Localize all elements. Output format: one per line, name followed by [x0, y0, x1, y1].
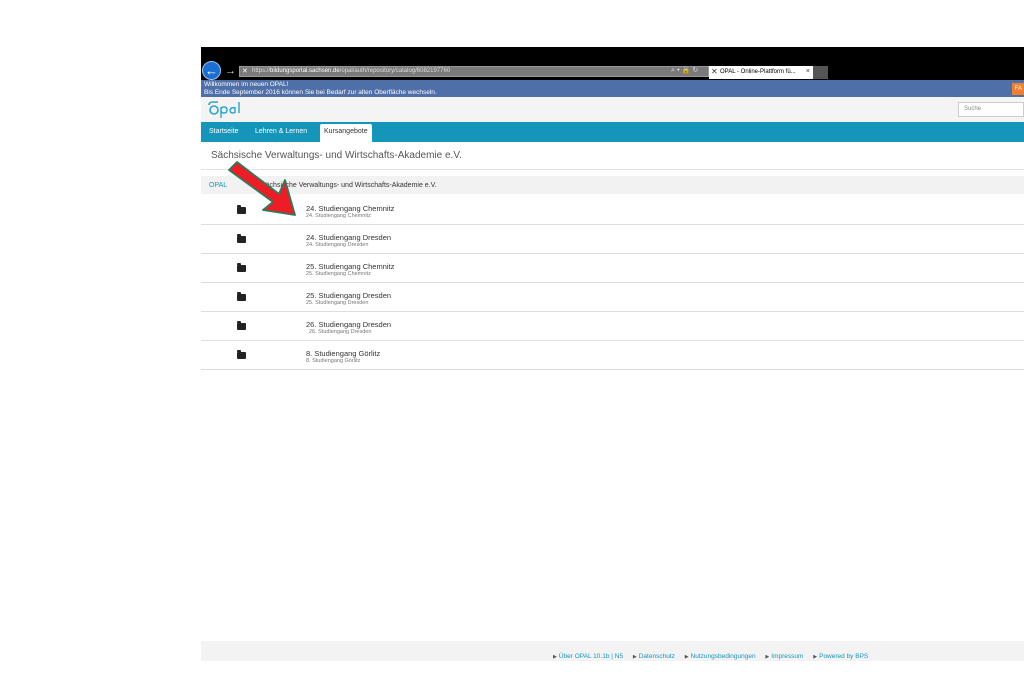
breadcrumb-root-link[interactable]: OPAL — [209, 181, 227, 190]
address-bar[interactable]: ✕ https://bildungsportal.sachsen.de/opal… — [239, 66, 709, 77]
list-item-title[interactable]: 26. Studiengang Dresden — [306, 320, 391, 329]
tab-title: OPAL - Online-Plattform fü... — [720, 69, 796, 75]
list-item-subtitle: 26. Studiengang Dresden — [309, 329, 372, 335]
footer-link-datenschutz[interactable]: Datenschutz — [639, 653, 675, 660]
tab-startseite[interactable]: Startseite — [209, 122, 239, 142]
list-item-title[interactable]: 24. Studiengang Dresden — [306, 233, 391, 242]
tab-favicon-icon: ✕ — [711, 67, 718, 76]
list-item-subtitle: 24. Studiengang Dresden — [306, 242, 369, 248]
list-item-title[interactable]: 8. Studiengang Görlitz — [306, 349, 380, 358]
site-favicon-icon: ✕ — [242, 68, 248, 75]
folder-icon — [237, 234, 246, 243]
notice-line-2: Bis Ende September 2016 können Sie bei B… — [204, 89, 437, 96]
browser-screenshot: ← → ✕ https://bildungsportal.sachsen.de/… — [201, 47, 1024, 661]
tab-kursangebote[interactable]: Kursangebote — [320, 124, 372, 142]
footer-links: ▶ Über OPAL 10.1b | N5 ▶ Datenschutz ▶ Nutz… — [553, 653, 868, 661]
list-item-title[interactable]: 25. Studiengang Chemnitz — [306, 262, 394, 271]
url-host: bildungsportal.sachsen.de — [270, 68, 340, 74]
list-item-subtitle: 25. Studiengang Chemnitz — [306, 271, 371, 277]
footer-link-nutzungsbedingungen[interactable]: Nutzungsbedingungen — [691, 653, 756, 660]
list-item[interactable]: 26. Studiengang Dresden 26. Studiengang … — [201, 313, 1024, 341]
back-arrow-icon[interactable]: ← — [202, 61, 221, 80]
forward-arrow-icon[interactable]: → — [225, 66, 236, 77]
folder-icon — [237, 263, 246, 272]
triangle-right-icon: ▶ — [813, 654, 818, 660]
triangle-right-icon: ▶ — [684, 654, 689, 660]
browser-titlebar — [201, 47, 1024, 65]
list-item[interactable]: 24. Studiengang Chemnitz 24. Studiengang… — [201, 197, 1024, 225]
notice-banner: Willkommen im neuen OPAL! Bis Ende Septe… — [201, 80, 1024, 97]
folder-icon — [237, 350, 246, 359]
url-path: /opal/auth/repository/catalog/6082197760 — [339, 68, 451, 74]
new-tab-button[interactable] — [813, 66, 828, 79]
list-item[interactable]: 25. Studiengang Chemnitz 25. Studiengang… — [201, 255, 1024, 283]
opal-logo-icon — [208, 101, 240, 118]
list-item[interactable]: 25. Studiengang Dresden 25. Studiengang … — [201, 284, 1024, 312]
red-arrow-icon — [228, 161, 296, 216]
browser-tab-opal[interactable]: ✕ OPAL - Online-Plattform fü... × — [709, 66, 813, 79]
search-input[interactable]: Suche — [958, 102, 1024, 117]
list-item[interactable]: 8. Studiengang Görlitz 8. Studiengang Gö… — [201, 342, 1024, 370]
list-item-subtitle: 25. Studiengang Dresden — [306, 300, 369, 306]
folder-icon — [237, 321, 246, 330]
divider — [201, 169, 1024, 170]
notice-line-1: Willkommen im neuen OPAL! — [204, 81, 289, 88]
triangle-right-icon: ▶ — [765, 654, 770, 660]
list-item-title[interactable]: 24. Studiengang Chemnitz — [306, 204, 394, 213]
triangle-right-icon: ▶ — [553, 654, 557, 660]
url-prefix: https:// — [252, 68, 271, 74]
site-header — [201, 97, 1024, 122]
footer-link-impressum[interactable]: Impressum — [771, 653, 803, 660]
folder-icon — [237, 292, 246, 301]
triangle-right-icon: ▶ — [632, 654, 637, 660]
footer-link-powered-by[interactable]: Powered by BPS — [819, 653, 868, 660]
footer-link-about[interactable]: Über OPAL 10.1b | N5 — [559, 653, 623, 660]
list-item[interactable]: 24. Studiengang Dresden 24. Studiengang … — [201, 226, 1024, 254]
list-item-title[interactable]: 25. Studiengang Dresden — [306, 291, 391, 300]
notice-action-button[interactable]: FA — [1012, 83, 1024, 95]
list-item-subtitle: 24. Studiengang Chemnitz — [306, 213, 371, 219]
opal-logo[interactable] — [206, 99, 246, 119]
tab-close-icon[interactable]: × — [806, 66, 810, 78]
address-bar-icons[interactable]: ⌕ ▾ 🔒 ↻ — [671, 66, 698, 76]
list-item-subtitle: 8. Studiengang Görlitz — [306, 358, 361, 364]
tab-lehren-lernen[interactable]: Lehren & Lernen — [255, 122, 307, 142]
